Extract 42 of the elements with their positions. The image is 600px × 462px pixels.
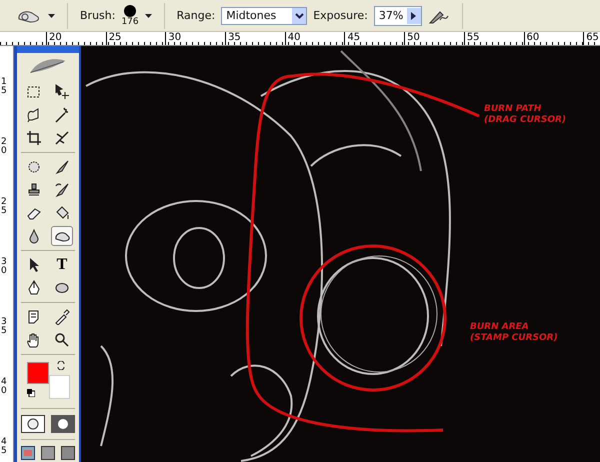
burn-tool-icon[interactable] [51,226,73,246]
swap-arrows-icon[interactable] [57,361,66,370]
ruler-label: 45 [344,32,404,45]
screen-mode-icon[interactable] [61,446,75,460]
ruler-label: 40 [0,378,7,398]
brush-size: 176 [121,16,139,26]
standard-mode-icon[interactable] [21,414,45,433]
ruler-label: 65 [583,32,600,45]
annotation-label: BURN PATH (DRAG CURSOR) [484,104,566,126]
range-label: Range: [176,9,216,22]
exposure-label: Exposure: [313,9,368,22]
ruler-label: 20 [46,32,106,45]
ruler-label: 25 [0,198,7,218]
brush-preview-icon[interactable] [124,4,136,16]
ruler-label: 35 [0,318,7,338]
ruler-label: 35 [225,32,285,45]
foreground-color-swatch[interactable] [27,362,49,384]
ruler-label: 25 [106,32,166,45]
range-dropdown[interactable]: Midtones [221,6,308,24]
ruler-label: 55 [464,32,524,45]
default-colors-icon[interactable] [27,389,35,398]
annotation-label: BURN AREA (STAMP CURSOR) [470,322,558,344]
caret-icon[interactable] [144,14,152,18]
ruler-label: 40 [284,32,344,45]
ruler-label: 30 [0,258,7,278]
screen-mode-icon[interactable] [41,446,55,460]
background-color-swatch[interactable] [49,375,70,400]
ruler-label: 15 [0,78,7,98]
ruler-label: 50 [404,32,464,45]
chevron-down-icon[interactable] [294,12,304,18]
quick-mask-mode-icon[interactable] [51,414,75,433]
brush-label: Brush: [80,9,116,22]
screen-mode-icon[interactable] [21,446,35,460]
caret-icon[interactable] [48,14,55,18]
ruler-label: 60 [524,32,584,45]
type-tool[interactable]: T [51,255,73,276]
ruler-label: 30 [165,32,226,45]
triangle-right-icon[interactable] [411,12,416,20]
exposure-field[interactable]: 37% [374,6,422,26]
ruler-label: 20 [0,138,7,158]
ruler-label: 45 [0,438,7,458]
toolbox-title-bar [17,46,79,53]
